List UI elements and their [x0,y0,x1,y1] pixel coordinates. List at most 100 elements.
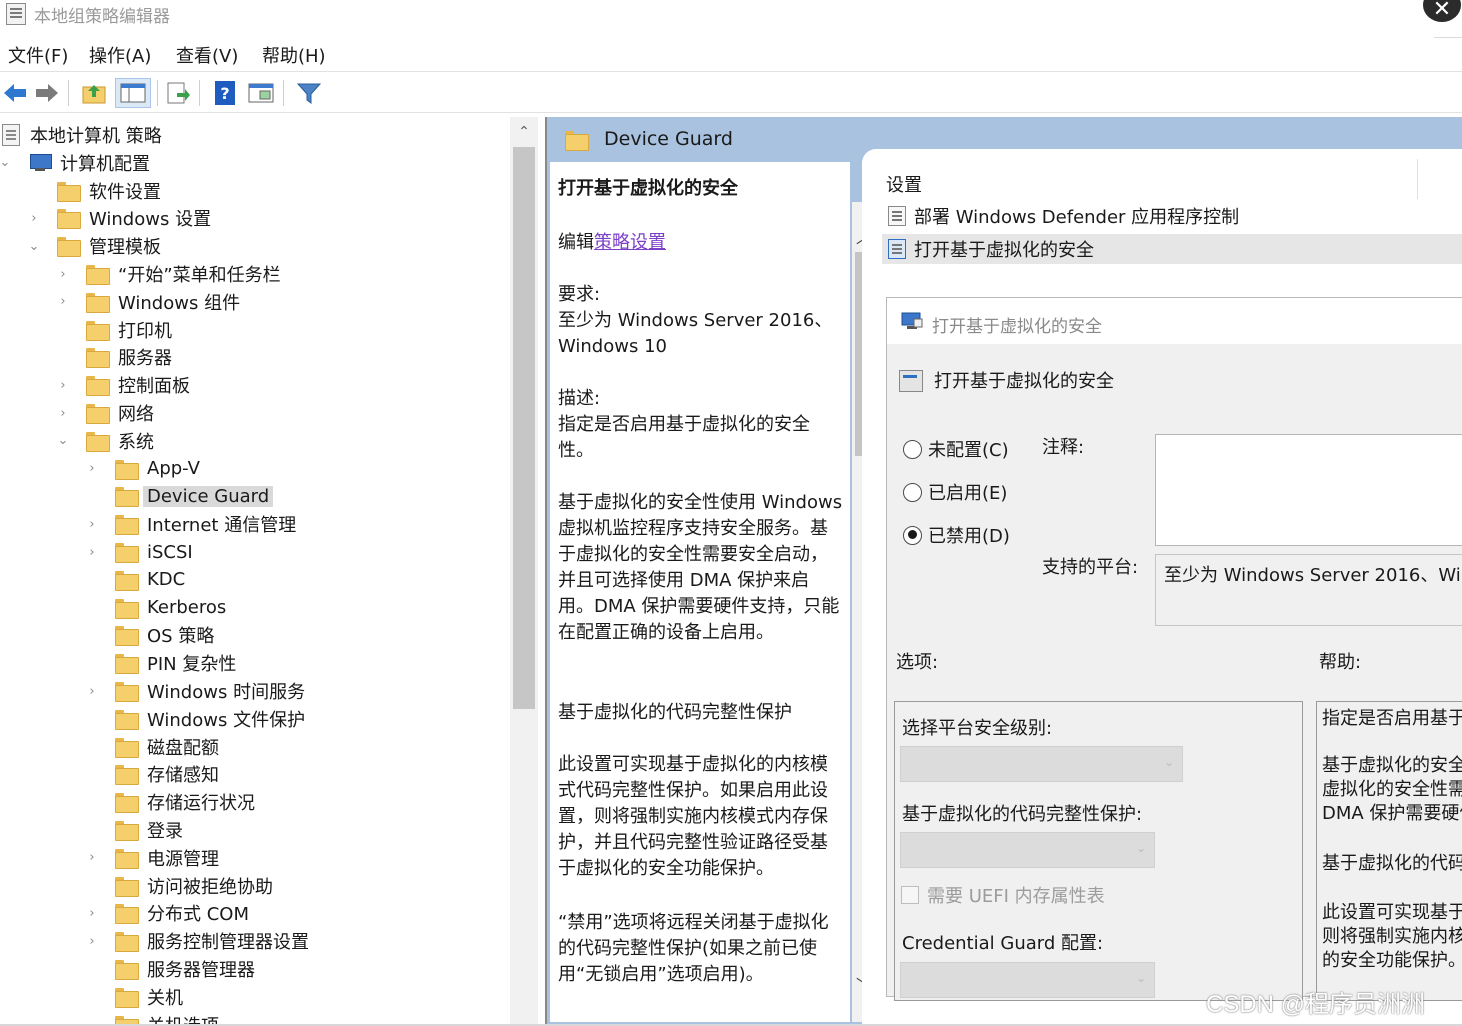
up-folder-icon[interactable] [79,78,109,108]
export-list-icon[interactable] [163,78,193,108]
close-button[interactable]: ✕ [1423,0,1461,22]
collapsed-chevron-icon[interactable] [85,622,99,648]
radio-not-configured[interactable]: 未配置(C) [903,436,1009,462]
collapsed-chevron-icon[interactable] [56,344,70,370]
collapsed-chevron-icon[interactable] [85,734,99,760]
tree-item[interactable]: Kerberos [115,595,226,621]
expanded-chevron-icon[interactable]: ⌄ [56,428,70,454]
tree-item[interactable]: Device Guard [115,483,273,509]
menu-view[interactable]: 查看(V) [176,42,238,68]
tree-item[interactable]: ›电源管理 [115,845,219,871]
collapsed-chevron-icon[interactable] [85,483,99,509]
description-paragraph: “禁用”选项将远程关闭基于虚拟化的代码完整性保护(如果之前已使用“无锁启用”选项… [558,910,843,988]
collapsed-chevron-icon[interactable]: › [85,456,99,482]
collapsed-chevron-icon[interactable] [85,706,99,732]
tree-scroll-thumb[interactable] [513,147,535,709]
back-arrow-icon[interactable] [0,78,30,108]
expanded-chevron-icon[interactable]: ⌄ [27,233,41,259]
tree-item[interactable]: 软件设置 [57,178,161,204]
tree-item[interactable]: ›Internet 通信管理 [115,511,296,537]
tree-item[interactable]: ›网络 [86,400,154,426]
uefi-checkbox-label[interactable]: 需要 UEFI 内存属性表 [927,882,1105,908]
tree-item[interactable]: OS 策略 [115,622,214,648]
edit-policy-link[interactable]: 策略设置 [594,232,666,253]
collapsed-chevron-icon[interactable] [85,761,99,787]
collapsed-chevron-icon[interactable]: › [56,400,70,426]
tree-item[interactable]: ›Windows 设置 [57,205,211,231]
tree-item[interactable]: ›App-V [115,456,200,482]
menu-help[interactable]: 帮助(H) [262,42,326,68]
radio-button[interactable] [903,440,922,459]
tree-scroll-up-button[interactable]: ⌃ [510,119,538,145]
radio-label[interactable]: 已启用(E) [928,479,1007,505]
radio-label[interactable]: 已禁用(D) [928,522,1010,548]
tree-item[interactable]: ⌄计算机配置 [28,150,150,176]
collapsed-chevron-icon[interactable] [85,817,99,843]
tree-item[interactable]: ›Windows 时间服务 [115,678,305,704]
tree-item[interactable]: 服务器管理器 [115,956,255,982]
tree-item[interactable]: 关机 [115,984,183,1010]
tree-item[interactable]: 服务器 [86,344,172,370]
collapsed-chevron-icon[interactable]: › [85,678,99,704]
forward-arrow-icon[interactable] [32,78,62,108]
collapsed-chevron-icon[interactable] [85,789,99,815]
tree-item[interactable]: 存储感知 [115,761,219,787]
tree-item[interactable]: KDC [115,567,185,593]
tree-item[interactable]: PIN 复杂性 [115,650,236,676]
tree-item[interactable]: 本地计算机 策略 [2,122,162,148]
help-icon[interactable]: ? [210,78,240,108]
tree-item[interactable]: ›Windows 组件 [86,289,240,315]
collapsed-chevron-icon[interactable]: › [56,261,70,287]
expanded-chevron-icon[interactable]: ⌄ [0,150,12,176]
collapsed-chevron-icon[interactable] [85,873,99,899]
collapsed-chevron-icon[interactable] [56,317,70,343]
radio-enabled[interactable]: 已启用(E) [903,479,1007,505]
collapsed-chevron-icon[interactable]: › [56,289,70,315]
code-integrity-dropdown[interactable]: ⌄ [900,832,1155,868]
tree-item[interactable]: ›“开始”菜单和任务栏 [86,261,281,287]
tree-item[interactable]: 磁盘配额 [115,734,219,760]
collapsed-chevron-icon[interactable]: › [85,539,99,565]
menu-action[interactable]: 操作(A) [89,42,151,68]
tree-item[interactable]: 访问被拒绝协助 [115,873,273,899]
credential-guard-dropdown[interactable]: ⌄ [900,962,1155,998]
radio-button[interactable] [903,526,922,545]
menu-file[interactable]: 文件(F) [8,42,68,68]
tree-item[interactable]: Windows 文件保护 [115,706,305,732]
radio-disabled[interactable]: 已禁用(D) [903,522,1010,548]
properties-icon[interactable] [246,78,276,108]
tree-item[interactable]: ›分布式 COM [115,900,249,926]
collapsed-chevron-icon[interactable] [85,595,99,621]
column-divider[interactable] [1417,159,1418,199]
filter-icon[interactable] [294,78,324,108]
collapsed-chevron-icon[interactable]: › [85,511,99,537]
collapsed-chevron-icon[interactable] [85,984,99,1010]
collapsed-chevron-icon[interactable]: › [85,845,99,871]
radio-label[interactable]: 未配置(C) [928,436,1009,462]
tree-item[interactable]: 打印机 [86,317,172,343]
collapsed-chevron-icon[interactable]: › [85,900,99,926]
collapsed-chevron-icon[interactable]: › [85,928,99,954]
collapsed-chevron-icon[interactable] [27,178,41,204]
collapsed-chevron-icon[interactable] [85,567,99,593]
uefi-checkbox[interactable] [901,886,919,904]
settings-column-header[interactable]: 设置 [886,171,922,197]
tree-item[interactable]: 登录 [115,817,183,843]
tree-item[interactable]: ›服务控制管理器设置 [115,928,309,954]
show-hide-tree-icon[interactable] [115,78,151,108]
collapsed-chevron-icon[interactable]: › [56,372,70,398]
tree-item[interactable]: ›iSCSI [115,539,193,565]
comment-textarea[interactable] [1155,434,1462,546]
setting-row-deploy-wdac[interactable]: 部署 Windows Defender 应用程序控制 [882,201,1462,231]
collapsed-chevron-icon[interactable]: › [27,205,41,231]
setting-row-vbs[interactable]: 打开基于虚拟化的安全 [882,234,1462,264]
tree-scrollbar[interactable]: ⌃ [510,117,538,1026]
collapsed-chevron-icon[interactable] [85,650,99,676]
tree-item[interactable]: ›控制面板 [86,372,190,398]
tree-item[interactable]: 存储运行状况 [115,789,255,815]
collapsed-chevron-icon[interactable] [85,956,99,982]
tree-item[interactable]: ⌄管理模板 [57,233,161,259]
tree-item[interactable]: ⌄系统 [86,428,154,454]
radio-button[interactable] [903,483,922,502]
platform-level-dropdown[interactable]: ⌄ [900,746,1183,782]
